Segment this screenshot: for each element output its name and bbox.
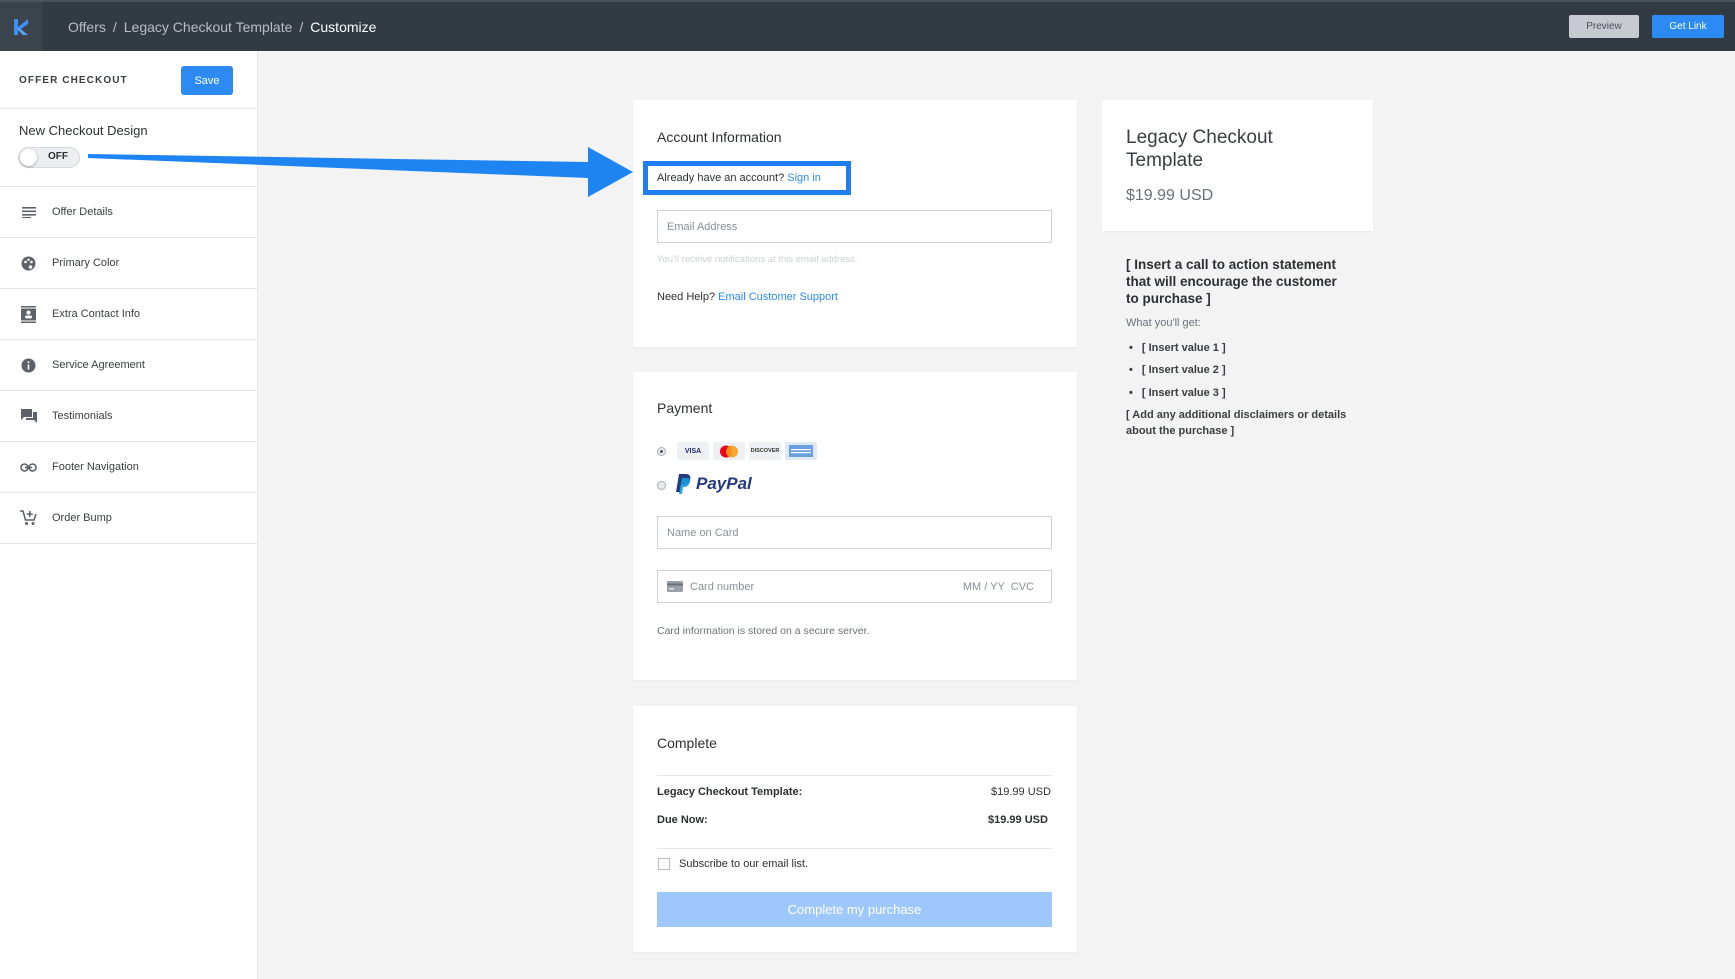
amex-icon [785, 442, 817, 460]
sign-in-link[interactable]: Sign in [787, 172, 821, 184]
top-bar: Offers / Legacy Checkout Template / Cust… [0, 0, 1735, 51]
card-number-placeholder: Card number [690, 580, 755, 593]
preview-button[interactable]: Preview [1569, 15, 1639, 38]
divider [657, 848, 1052, 849]
subscribe-checkbox[interactable] [658, 858, 670, 870]
subscribe-label: Subscribe to our email list. [679, 858, 808, 870]
account-title: Account Information [657, 129, 782, 145]
paypal-icon [676, 474, 691, 494]
credit-card-icon [667, 581, 683, 592]
value-item: [ Insert value 3 ] [1129, 387, 1226, 399]
expiry-cvc-placeholder: MM / YY CVC [962, 580, 1034, 593]
sidebar-item-primary-color[interactable]: Primary Color [0, 238, 257, 289]
sign-in-prompt: Already have an account? Sign in [643, 161, 851, 195]
value-item: [ Insert value 1 ] [1129, 342, 1226, 354]
email-field[interactable]: Email Address [657, 210, 1052, 243]
email-placeholder: Email Address [667, 220, 738, 233]
card-number-field[interactable]: Card number MM / YY CVC [657, 570, 1052, 603]
due-now-value: $19.99 USD [988, 814, 1048, 826]
card-radio[interactable] [657, 447, 666, 456]
payment-title: Payment [657, 400, 713, 416]
mastercard-icon [713, 442, 745, 460]
annotation-arrow [88, 147, 633, 197]
name-on-card-field[interactable]: Name on Card [657, 516, 1052, 549]
sidebar-item-label: Order Bump [52, 512, 112, 524]
help-text: Need Help? [657, 291, 716, 303]
support-link[interactable]: Email Customer Support [718, 291, 838, 303]
palette-icon [19, 254, 38, 273]
new-design-label: New Checkout Design [19, 123, 148, 138]
list-icon [19, 203, 38, 222]
divider [657, 775, 1052, 776]
secure-note: Card information is stored on a secure s… [657, 625, 870, 637]
contact-card-icon [19, 305, 38, 324]
breadcrumb-template[interactable]: Legacy Checkout Template [124, 19, 293, 35]
discover-icon: DISCOVER [749, 442, 781, 460]
sidebar-item-testimonials[interactable]: Testimonials [0, 391, 257, 442]
what-you-get-label: What you'll get: [1126, 317, 1201, 329]
line-item-label: Legacy Checkout Template: [657, 786, 803, 798]
save-button[interactable]: Save [181, 66, 233, 95]
info-icon [19, 356, 38, 375]
email-hint: You'll receive notifications at this ema… [657, 254, 858, 265]
sidebar-item-label: Footer Navigation [52, 461, 139, 473]
sidebar-header: OFFER CHECKOUT Save [0, 51, 257, 109]
sidebar-item-label: Service Agreement [52, 359, 145, 371]
toggle-knob [20, 149, 37, 166]
cta-statement: [ Insert a call to action statement that… [1126, 257, 1337, 306]
breadcrumb-separator: / [112, 19, 117, 35]
sidebar-item-label: Testimonials [52, 410, 113, 422]
logo-icon [14, 18, 28, 35]
name-placeholder: Name on Card [667, 526, 739, 539]
chat-icon [19, 407, 38, 426]
due-now-label: Due Now: [657, 814, 708, 826]
sidebar-item-order-bump[interactable]: Order Bump [0, 493, 257, 544]
paypal-label: PayPal [696, 474, 752, 493]
complete-purchase-button[interactable]: Complete my purchase [657, 892, 1052, 927]
already-text: Already have an account? [657, 172, 785, 184]
sidebar-title: OFFER CHECKOUT [19, 75, 128, 86]
sidebar-item-extra-contact-info[interactable]: Extra Contact Info [0, 289, 257, 340]
sidebar-item-label: Offer Details [52, 206, 113, 218]
breadcrumb: Offers / Legacy Checkout Template / Cust… [68, 19, 376, 35]
link-icon [19, 458, 38, 477]
breadcrumb-separator: / [299, 19, 304, 35]
toggle-state: OFF [48, 151, 68, 162]
help-line: Need Help? Email Customer Support [657, 291, 838, 303]
line-item-value: $19.99 USD [991, 786, 1051, 798]
get-link-button[interactable]: Get Link [1652, 15, 1724, 38]
new-design-toggle[interactable]: OFF [18, 147, 80, 168]
sidebar-item-label: Extra Contact Info [52, 308, 141, 320]
paypal-logo: PayPal [676, 474, 752, 494]
visa-icon: VISA [677, 442, 709, 460]
value-item: [ Insert value 2 ] [1129, 364, 1226, 376]
cart-plus-icon [19, 509, 38, 528]
product-title: Legacy Checkout Template [1126, 127, 1273, 171]
sidebar-item-footer-navigation[interactable]: Footer Navigation [0, 442, 257, 493]
breadcrumb-offers[interactable]: Offers [68, 19, 106, 35]
sidebar-item-service-agreement[interactable]: Service Agreement [0, 340, 257, 391]
paypal-radio[interactable] [657, 481, 666, 490]
complete-title: Complete [657, 735, 717, 751]
app-logo[interactable] [0, 2, 42, 51]
product-price: $19.99 USD [1126, 187, 1214, 204]
sidebar-item-label: Primary Color [52, 257, 120, 269]
disclaimer: [ Add any additional disclaimers or deta… [1126, 409, 1347, 437]
breadcrumb-current: Customize [310, 19, 377, 35]
